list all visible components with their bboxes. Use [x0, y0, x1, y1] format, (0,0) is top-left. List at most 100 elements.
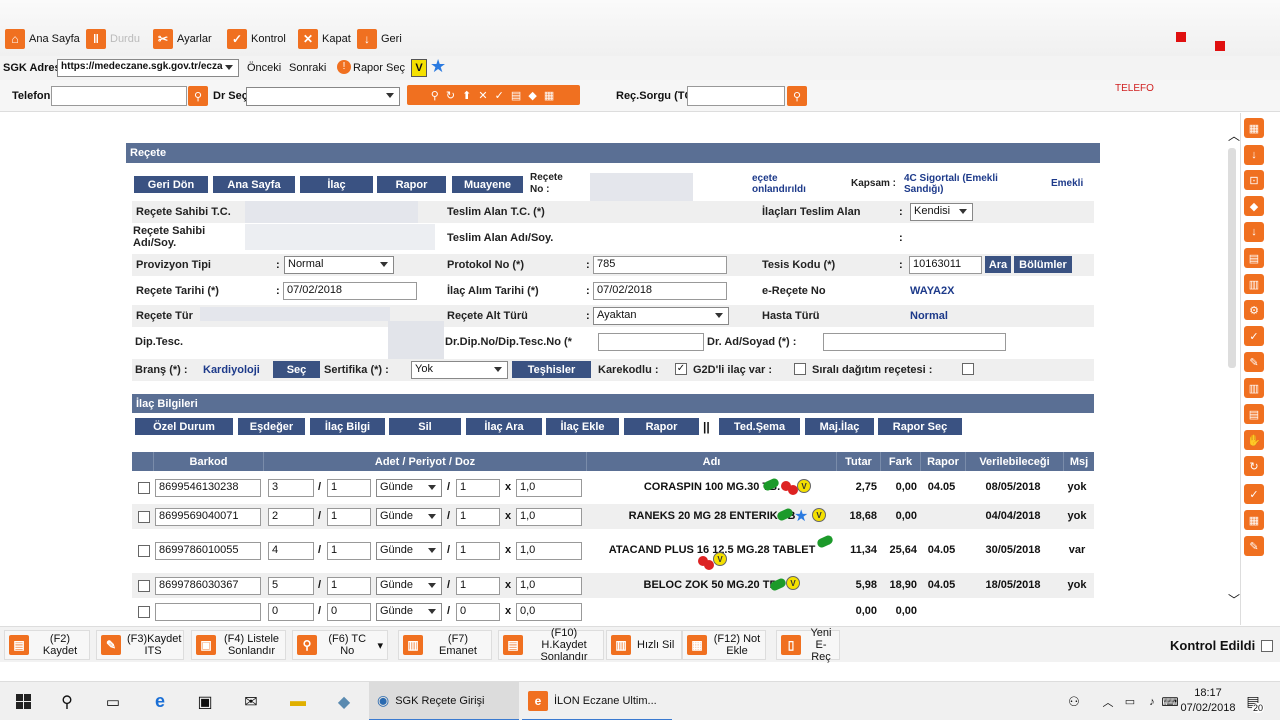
- period-input[interactable]: 1: [327, 479, 371, 497]
- sidebar-chart-icon[interactable]: ▥: [1244, 274, 1264, 294]
- sidebar-download-icon[interactable]: ↓: [1244, 145, 1264, 165]
- edge-icon[interactable]: e: [145, 682, 175, 720]
- row-checkbox[interactable]: [138, 580, 150, 592]
- drug-name[interactable]: ATACAND PLUS 16 12.5 MG.28 TABLET: [587, 544, 837, 556]
- prev-button[interactable]: Önceki: [247, 62, 281, 74]
- report-select-drug-button[interactable]: Rapor Seç: [878, 418, 962, 435]
- store-icon[interactable]: ▣: [190, 682, 220, 720]
- clock[interactable]: 18:17 07/02/2018: [1180, 686, 1236, 716]
- drugs-receiver-select[interactable]: Kendisi: [910, 203, 973, 221]
- sidebar-books-icon[interactable]: ▥: [1244, 378, 1264, 398]
- sidebar-refresh-icon[interactable]: ↻: [1244, 456, 1264, 476]
- f3-save-its-button[interactable]: ✎ (F3)Kaydet ITS: [96, 630, 184, 660]
- f6-tc-button[interactable]: ⚲ (F6) TC No ▾: [292, 630, 388, 660]
- quick-delete-button[interactable]: ▥ Hızlı Sil: [606, 630, 682, 660]
- row-checkbox[interactable]: [138, 545, 150, 557]
- dr-dip-input[interactable]: [598, 333, 704, 351]
- special-status-button[interactable]: Özel Durum: [135, 418, 233, 435]
- branch-select-button[interactable]: Seç: [273, 361, 320, 378]
- g2d-checkbox[interactable]: [794, 363, 806, 375]
- new-erecete-button[interactable]: ▯ Yeni E-Reç: [776, 627, 840, 663]
- sidebar-settings-icon[interactable]: ⚙: [1244, 300, 1264, 320]
- sidebar-calc2-icon[interactable]: ▦: [1244, 510, 1264, 530]
- dose-input[interactable]: 1,0: [516, 542, 582, 560]
- rec-query-input[interactable]: [687, 86, 785, 106]
- sidebar-cart-icon[interactable]: ⊡: [1244, 170, 1264, 190]
- settings-button[interactable]: ✂ Ayarlar: [153, 28, 212, 50]
- scroll-up-icon[interactable]: ︿: [1228, 127, 1240, 144]
- folder-icon[interactable]: ▬: [283, 682, 313, 720]
- dose-input[interactable]: 0,0: [516, 603, 582, 621]
- v-badge[interactable]: V: [411, 59, 427, 77]
- qty-input[interactable]: 4: [268, 542, 314, 560]
- ime-icon[interactable]: ⌨: [1160, 682, 1180, 720]
- times-input[interactable]: 1: [456, 508, 500, 526]
- go-back-button[interactable]: Geri Dön: [134, 176, 208, 193]
- barcode-checkbox[interactable]: ✓: [675, 363, 687, 375]
- home-button[interactable]: ⌂ Ana Sayfa: [5, 28, 80, 50]
- recete-date-input[interactable]: 07/02/2018: [283, 282, 417, 300]
- report-select-button[interactable]: Rapor Seç: [353, 62, 405, 74]
- sidebar-hand-icon[interactable]: ✋: [1244, 430, 1264, 450]
- facility-input[interactable]: 10163011: [909, 256, 982, 274]
- report-nav-button[interactable]: Rapor: [377, 176, 446, 193]
- unit-select[interactable]: Günde: [376, 577, 442, 595]
- period-input[interactable]: 0: [327, 603, 371, 621]
- f12-note-button[interactable]: ▦ (F12) Not Ekle: [682, 630, 766, 660]
- sidebar-checklist-icon[interactable]: ✓: [1244, 484, 1264, 504]
- control-button[interactable]: ✓ Kontrol: [227, 28, 286, 50]
- times-input[interactable]: 0: [456, 603, 500, 621]
- app-icon[interactable]: ◆: [329, 682, 359, 720]
- qty-input[interactable]: 5: [268, 577, 314, 595]
- sidebar-calculator-icon[interactable]: ▦: [1244, 118, 1264, 138]
- row-checkbox[interactable]: [138, 511, 150, 523]
- close-button[interactable]: ✕ Kapat: [298, 28, 351, 50]
- next-button[interactable]: Sonraki: [289, 62, 326, 74]
- period-input[interactable]: 1: [327, 508, 371, 526]
- times-input[interactable]: 1: [456, 542, 500, 560]
- drug-info-button[interactable]: İlaç Bilgi: [310, 418, 385, 435]
- unit-select[interactable]: Günde: [376, 603, 442, 621]
- unit-select[interactable]: Günde: [376, 542, 442, 560]
- times-input[interactable]: 1: [456, 479, 500, 497]
- dr-name-input[interactable]: [823, 333, 1006, 351]
- departments-button[interactable]: Bölümler: [1014, 256, 1072, 273]
- f4-list-button[interactable]: ▣ (F4) Listele Sonlandır: [191, 630, 286, 660]
- barcode-input[interactable]: 8699569040071: [155, 508, 261, 526]
- scrollbar-thumb[interactable]: [1228, 148, 1236, 368]
- schema-button[interactable]: Ted.Şema: [719, 418, 800, 435]
- search-icon[interactable]: ⚲: [52, 682, 82, 720]
- home-nav-button[interactable]: Ana Sayfa: [213, 176, 295, 193]
- qty-input[interactable]: 0: [268, 603, 314, 621]
- scroll-down-icon[interactable]: ﹀: [1228, 591, 1240, 608]
- sidebar-check-icon[interactable]: ✓: [1244, 326, 1264, 346]
- dose-input[interactable]: 1,0: [516, 479, 582, 497]
- chevron-up-icon[interactable]: ︿: [1098, 682, 1118, 720]
- dose-input[interactable]: 1,0: [516, 577, 582, 595]
- period-input[interactable]: 1: [327, 542, 371, 560]
- taskbar-sgk-app[interactable]: ◉ SGK Reçete Girişi: [369, 682, 519, 720]
- facility-search-button[interactable]: Ara: [985, 256, 1011, 273]
- sidebar-tag-icon[interactable]: ◆: [1244, 196, 1264, 216]
- unit-select[interactable]: Günde: [376, 508, 442, 526]
- phone-search-button[interactable]: ⚲: [188, 86, 208, 106]
- barcode-input[interactable]: 8699546130238: [155, 479, 261, 497]
- f2-save-button[interactable]: ▤ (F2) Kaydet: [4, 630, 90, 660]
- checked-checkbox[interactable]: [1261, 640, 1273, 652]
- row-checkbox[interactable]: [138, 482, 150, 494]
- volume-icon[interactable]: ♪: [1142, 682, 1162, 720]
- recete-subtype-select[interactable]: Ayaktan: [593, 307, 729, 325]
- mail-icon[interactable]: ✉: [236, 682, 266, 720]
- qty-input[interactable]: 2: [268, 508, 314, 526]
- exam-nav-button[interactable]: Muayene: [452, 176, 523, 193]
- delete-button[interactable]: Sil: [389, 418, 461, 435]
- doctor-select[interactable]: [246, 87, 400, 106]
- favorite-star-icon[interactable]: ★: [430, 56, 446, 77]
- diagnoses-button[interactable]: Teşhisler: [512, 361, 591, 378]
- drug-report-button[interactable]: Rapor: [624, 418, 699, 435]
- maj-drug-button[interactable]: Maj.İlaç: [805, 418, 874, 435]
- sidebar-print-icon[interactable]: ▤: [1244, 248, 1264, 268]
- sidebar-document-icon[interactable]: ▤: [1244, 404, 1264, 424]
- sidebar-note-icon[interactable]: ✎: [1244, 536, 1264, 556]
- barcode-input[interactable]: [155, 603, 261, 621]
